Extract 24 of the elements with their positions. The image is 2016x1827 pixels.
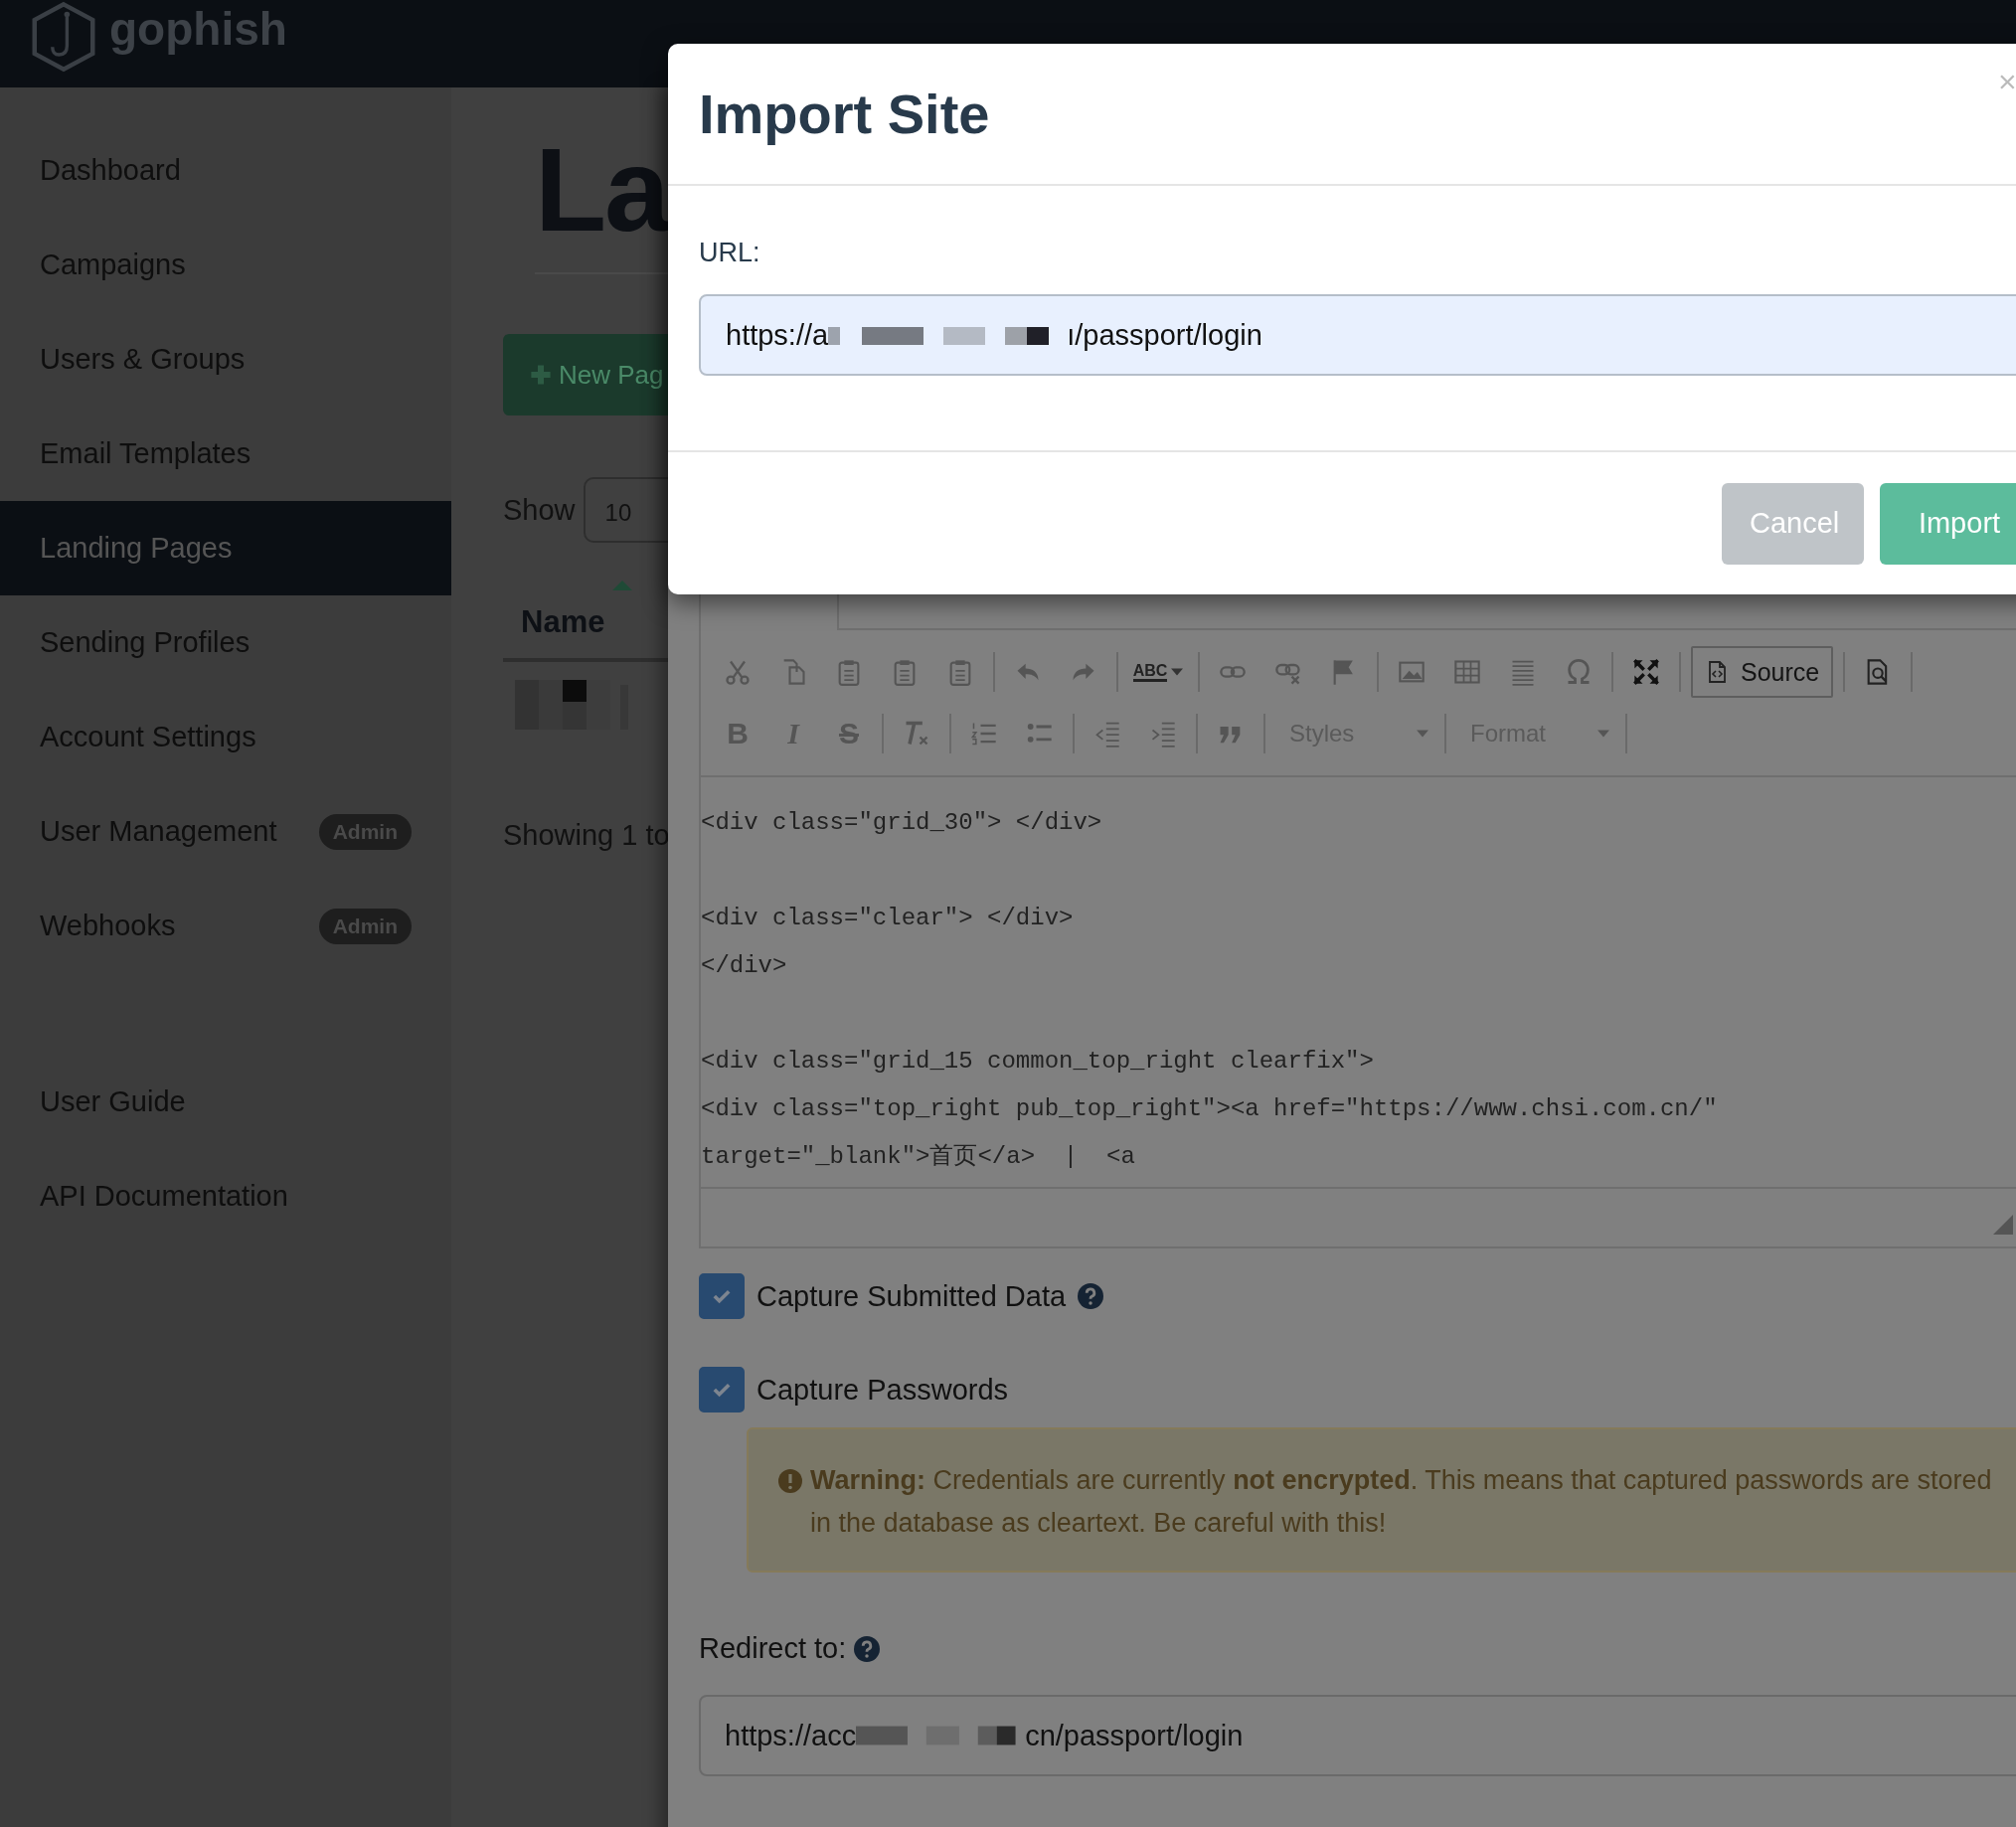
spellcheck-button[interactable]: ABC bbox=[1128, 649, 1188, 695]
dialog-title: Import Site bbox=[699, 82, 990, 146]
code-line: <div class="grid_30"> </div> bbox=[701, 808, 1103, 838]
source-button[interactable]: Source bbox=[1691, 646, 1834, 698]
cancel-button[interactable]: Cancel bbox=[1722, 482, 1864, 565]
code-line: target="_blank">首页</a> | <a bbox=[701, 1142, 1136, 1172]
sidebar-label: Landing Pages bbox=[40, 532, 233, 565]
code-line: <div class="grid_15 common_top_right clearfix"> bbox=[701, 1047, 1375, 1077]
checkbox-label: Capture Passwords bbox=[756, 1373, 1009, 1407]
warning-text: Warning: Credentials are currently not encrypted. This means that captured passwords are stored in the database as cleartext. Be careful with this! bbox=[810, 1464, 1993, 1540]
import-button[interactable]: Import bbox=[1880, 482, 2016, 565]
code-line: </div> bbox=[701, 951, 788, 981]
code-line: <div class="top_right pub_top_right"><a href="https://www.chsi.com.cn/" bbox=[701, 1094, 1719, 1124]
field-text: ı/passport/login bbox=[1067, 318, 1262, 352]
redirect-label: Redirect to: bbox=[699, 1632, 847, 1665]
redirect-field[interactable]: https://acc cn/passport/login bbox=[699, 1695, 2016, 1776]
checkbox-label: Capture Submitted Data bbox=[756, 1279, 1067, 1313]
close-button[interactable]: × bbox=[1998, 64, 2016, 100]
url-field[interactable]: https://a ı/passport/login bbox=[699, 294, 2016, 376]
code-line: <div class="clear"> </div> bbox=[701, 904, 1075, 933]
sidebar-item[interactable]: Landing Pages bbox=[0, 501, 451, 595]
field-text: cn/passport/login bbox=[1025, 1719, 1244, 1752]
url-label: URL: bbox=[699, 238, 761, 268]
field-text: https://acc bbox=[725, 1719, 857, 1752]
